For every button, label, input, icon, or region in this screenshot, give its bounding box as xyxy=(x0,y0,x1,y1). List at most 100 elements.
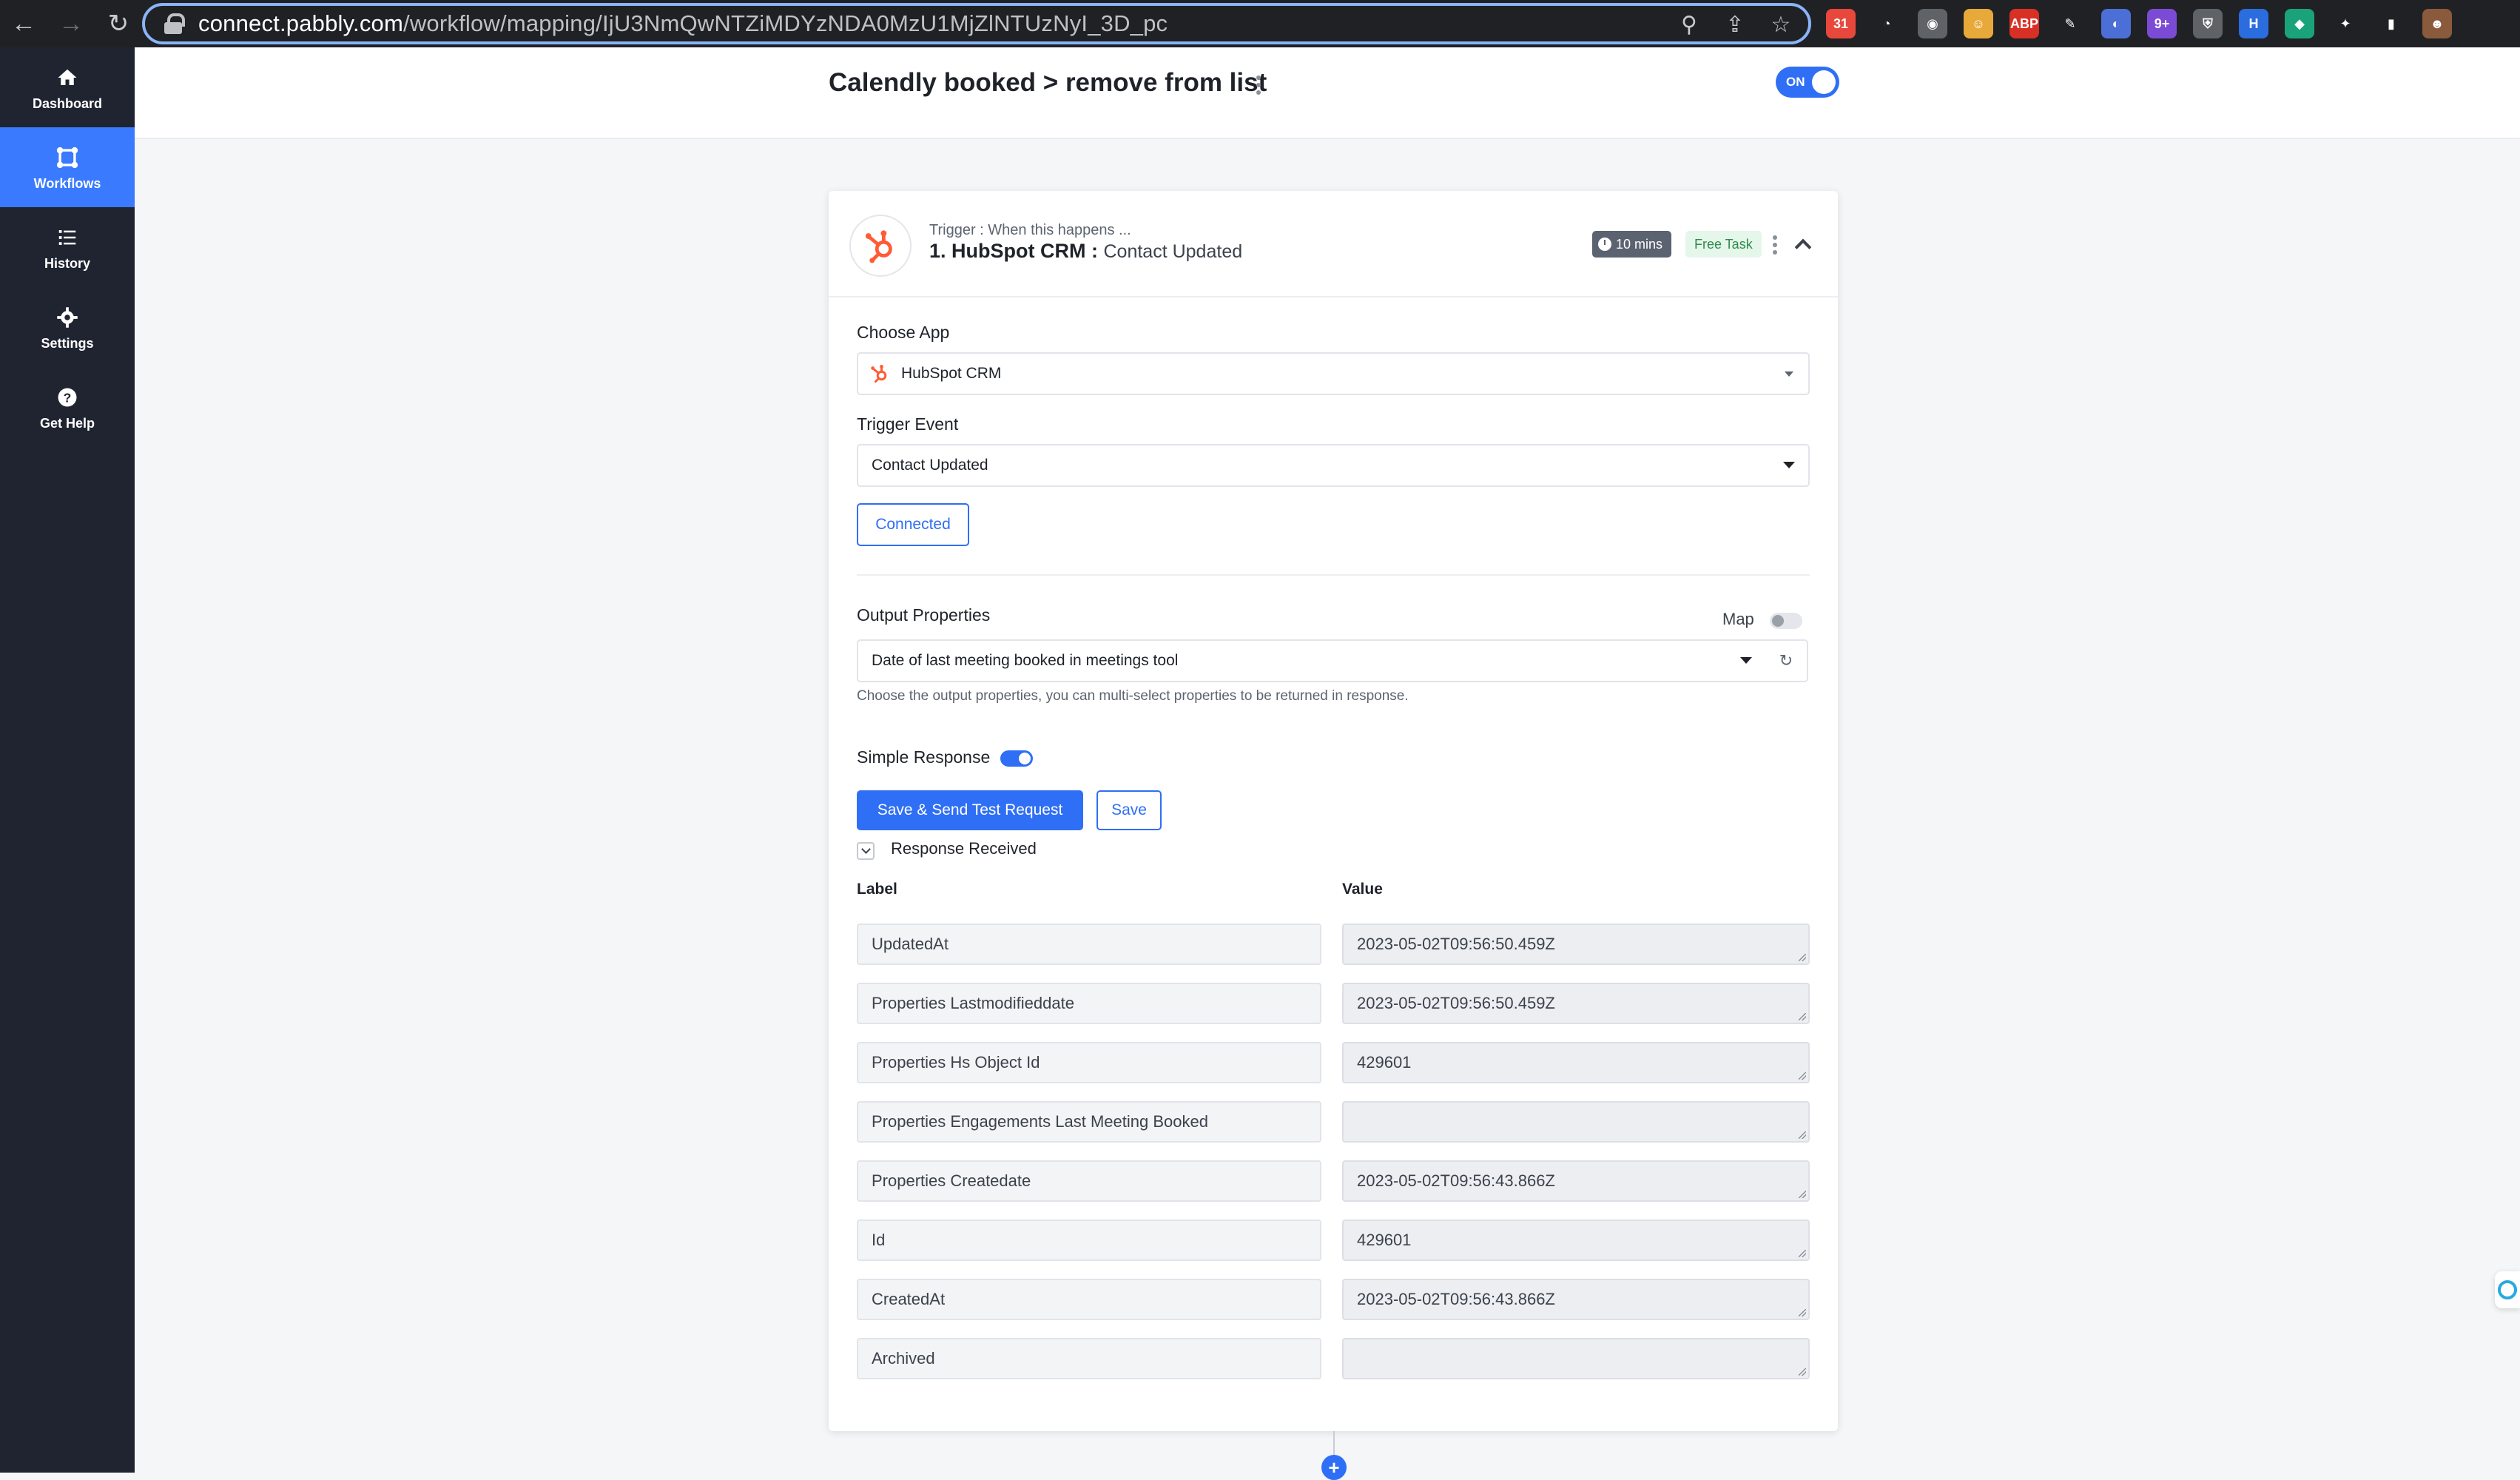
sidebar-item-label: Dashboard xyxy=(32,95,103,111)
chevron-down-icon xyxy=(1785,371,1793,377)
lock-icon xyxy=(164,13,185,34)
ext-chat-icon[interactable]: ◉ xyxy=(1918,9,1947,38)
ext-timer-icon[interactable]: ◔ xyxy=(1872,9,1901,38)
sidebar-item-workflows[interactable]: Workflows xyxy=(0,127,135,207)
address-bar[interactable]: connect.pabbly.com/workflow/mapping/IjU3… xyxy=(142,3,1811,44)
trigger-event-label: Trigger Event xyxy=(857,414,959,434)
choose-app-select[interactable]: HubSpot CRM xyxy=(857,352,1810,395)
trigger-event-value: Contact Updated xyxy=(872,457,988,474)
ext-calendar-icon[interactable]: 31 xyxy=(1826,9,1856,38)
hubspot-logo-icon xyxy=(849,215,912,277)
workflows-icon xyxy=(56,147,78,168)
response-label-field: Properties Engagements Last Meeting Book… xyxy=(857,1101,1321,1143)
response-value-field[interactable]: 429601 xyxy=(1342,1220,1810,1261)
sidebar: Dashboard Workflows History Settings ? G… xyxy=(0,47,135,1473)
forward-arrow-icon[interactable]: → xyxy=(47,0,95,47)
simple-response-label: Simple Response xyxy=(857,747,991,767)
response-received-checkbox[interactable] xyxy=(857,842,875,860)
response-value-field[interactable]: 2023-05-02T09:56:43.866Z xyxy=(1342,1160,1810,1202)
value-column-header: Value xyxy=(1342,881,1383,898)
response-label-field: Properties Lastmodifieddate xyxy=(857,983,1321,1024)
ext-emoji-icon[interactable]: ☺ xyxy=(1964,9,1993,38)
trigger-card: Trigger : When this happens ... 1. HubSp… xyxy=(829,191,1838,1431)
output-properties-select[interactable]: Date of last meeting booked in meetings … xyxy=(857,639,1767,682)
sidebar-item-history[interactable]: History xyxy=(0,207,135,287)
hubspot-small-icon xyxy=(871,365,887,383)
choose-app-label: Choose App xyxy=(857,323,950,342)
ext-color-icon[interactable]: ◐ xyxy=(2101,9,2131,38)
ext-shield-icon[interactable]: ⛨ xyxy=(2193,9,2223,38)
sidebar-item-label: Get Help xyxy=(39,415,95,431)
sidebar-item-label: Settings xyxy=(41,335,94,351)
response-value-field[interactable]: 2023-05-02T09:56:50.459Z xyxy=(1342,983,1810,1024)
collapse-chevron-up-icon[interactable] xyxy=(1793,235,1811,253)
save-button[interactable]: Save xyxy=(1096,790,1162,830)
response-label-field: Properties Createdate xyxy=(857,1160,1321,1202)
response-value-field[interactable] xyxy=(1342,1101,1810,1143)
trigger-app-name: 1. HubSpot CRM : xyxy=(929,240,1098,262)
svg-text:?: ? xyxy=(64,390,72,405)
url-text: connect.pabbly.com/workflow/mapping/IjU3… xyxy=(198,10,1168,36)
ext-sidepanel-icon[interactable]: ▮ xyxy=(2376,9,2406,38)
sidebar-item-settings[interactable]: Settings xyxy=(0,287,135,367)
trigger-subtitle: Trigger : When this happens ... xyxy=(929,222,1131,238)
polling-time-text: 10 mins xyxy=(1616,236,1663,252)
workflow-menu-kebab-icon[interactable] xyxy=(1250,73,1267,98)
workflow-title[interactable]: Calendly booked > remove from list xyxy=(829,68,1267,98)
output-properties-label: Output Properties xyxy=(857,605,991,625)
trigger-title: 1. HubSpot CRM : Contact Updated xyxy=(929,240,1242,263)
simple-response-toggle[interactable] xyxy=(1000,750,1033,767)
refresh-icon[interactable]: ↻ xyxy=(1765,639,1808,682)
output-properties-help: Choose the output properties, you can mu… xyxy=(857,688,1409,704)
step-menu-kebab-icon[interactable] xyxy=(1767,232,1783,258)
trigger-event-select[interactable]: Contact Updated xyxy=(857,444,1810,487)
workflow-on-toggle[interactable]: ON xyxy=(1776,67,1839,98)
connected-button[interactable]: Connected xyxy=(857,503,969,546)
map-toggle[interactable] xyxy=(1770,613,1802,629)
sidebar-item-label: Workflows xyxy=(33,175,101,191)
add-step-plus-icon[interactable]: + xyxy=(1321,1455,1347,1480)
free-task-badge: Free Task xyxy=(1685,231,1762,258)
ext-badge-icon[interactable]: 9+ xyxy=(2147,9,2177,38)
ext-diamond-icon[interactable]: ◆ xyxy=(2285,9,2314,38)
sidebar-item-label: History xyxy=(44,255,90,271)
response-label-field: Properties Hs Object Id xyxy=(857,1042,1321,1083)
response-value-field[interactable]: 2023-05-02T09:56:43.866Z xyxy=(1342,1279,1810,1320)
response-label-field: Archived xyxy=(857,1338,1321,1379)
trigger-event-name: Contact Updated xyxy=(1103,241,1243,262)
sidebar-item-get-help[interactable]: ? Get Help xyxy=(0,367,135,447)
section-divider xyxy=(857,574,1810,576)
reload-icon[interactable]: ↻ xyxy=(95,0,142,47)
chat-widget-icon[interactable] xyxy=(2495,1271,2520,1308)
help-icon: ? xyxy=(58,388,77,406)
trigger-card-header[interactable]: Trigger : When this happens ... 1. HubSp… xyxy=(829,191,1838,297)
choose-app-value: HubSpot CRM xyxy=(901,365,1002,382)
back-arrow-icon[interactable]: ← xyxy=(0,0,47,47)
home-icon xyxy=(58,69,77,85)
ext-adblock-icon[interactable]: ABP xyxy=(2009,9,2039,38)
bookmark-star-icon[interactable]: ☆ xyxy=(1768,12,1793,37)
response-label-field: CreatedAt xyxy=(857,1279,1321,1320)
chevron-down-icon xyxy=(1783,462,1795,468)
response-value-field[interactable]: 429601 xyxy=(1342,1042,1810,1083)
zoom-icon[interactable]: ⚲ xyxy=(1677,12,1702,37)
ext-h-icon[interactable]: H xyxy=(2239,9,2268,38)
response-label-field: UpdatedAt xyxy=(857,924,1321,965)
extensions-row: 31 ◔ ◉ ☺ ABP ✎ ◐ 9+ ⛨ H ◆ ✦ ▮ ☻ xyxy=(1826,9,2452,38)
workflow-header: Calendly booked > remove from list ON xyxy=(135,47,2520,139)
response-value-field[interactable]: 2023-05-02T09:56:50.459Z xyxy=(1342,924,1810,965)
history-icon xyxy=(58,229,76,245)
ext-puzzle-icon[interactable]: ✦ xyxy=(2331,9,2360,38)
gear-icon xyxy=(57,306,78,328)
polling-time-badge: 10 mins xyxy=(1592,231,1672,258)
save-send-test-request-button[interactable]: Save & Send Test Request xyxy=(857,790,1083,830)
clock-icon xyxy=(1598,238,1611,251)
response-value-field[interactable] xyxy=(1342,1338,1810,1379)
ext-pen-icon[interactable]: ✎ xyxy=(2055,9,2085,38)
share-icon[interactable]: ⇪ xyxy=(1722,12,1748,37)
response-received-label: Response Received xyxy=(891,839,1037,858)
sidebar-item-dashboard[interactable]: Dashboard xyxy=(0,47,135,127)
toggle-knob xyxy=(1812,70,1836,94)
ext-profile-icon[interactable]: ☻ xyxy=(2422,9,2452,38)
map-label: Map xyxy=(1722,610,1754,628)
